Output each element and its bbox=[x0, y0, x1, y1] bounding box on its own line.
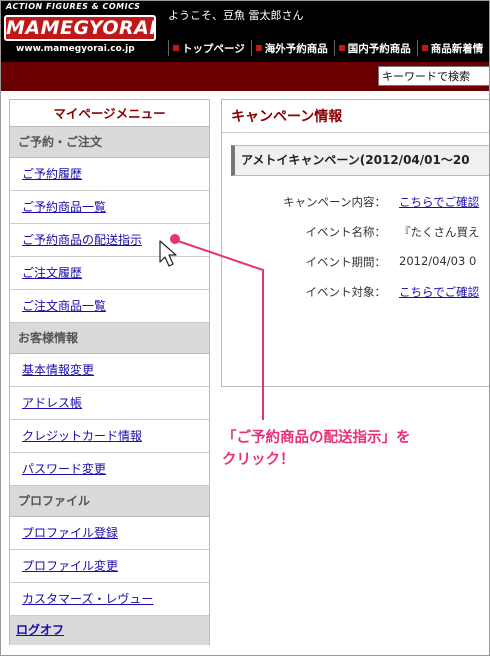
screenshot-border bbox=[0, 0, 490, 656]
